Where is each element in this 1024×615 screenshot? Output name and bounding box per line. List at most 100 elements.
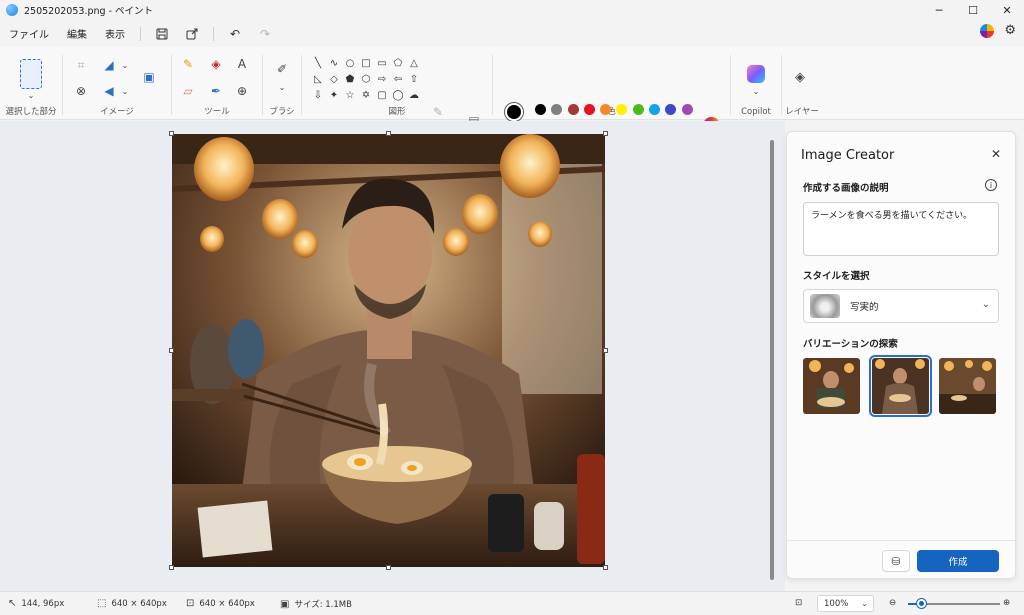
up-arrow-shape-icon[interactable]: ⇧ [406,71,422,87]
zoom-slider-knob[interactable] [917,599,927,608]
cursor-position: ↖ 144, 96px [8,598,64,609]
save-icon[interactable] [151,23,173,45]
resize-handle[interactable] [169,565,174,570]
rectangle-shape-icon[interactable]: □ [358,55,374,71]
palette-color-swatch[interactable] [567,104,579,115]
chevron-down-icon[interactable]: ⌄ [748,83,764,99]
resize-handle[interactable] [169,131,174,136]
selection-group-label: 選択した部分 [5,107,57,117]
menu-edit[interactable]: 編集 [58,26,96,41]
style-dropdown[interactable]: 写実的 ⌄ [803,289,999,323]
menu-view[interactable]: 表示 [96,26,134,41]
four-star-shape-icon[interactable]: ✦ [326,87,342,103]
canvas-size-icon: ⊡ [186,598,195,609]
magnifier-icon[interactable]: ⊕ [234,83,250,99]
palette-color-swatch[interactable] [649,104,661,115]
color-picker-icon[interactable]: ✒ [208,83,224,99]
line-shape-icon[interactable]: ╲ [310,55,326,71]
right-arrow-shape-icon[interactable]: ⇨ [374,71,390,87]
resize-handle[interactable] [603,131,608,136]
chevron-down-icon[interactable]: ⌄ [274,79,290,95]
brush-icon[interactable]: ✐ [274,61,290,77]
image-creator-panel: Image Creator ✕ 作成する画像の説明 i ラーメンを食べる男を描い… [786,131,1016,579]
chevron-down-icon[interactable]: ⌄ [23,87,39,103]
resize-handle[interactable] [603,348,608,353]
image-group-label: イメージ [100,107,134,117]
curve-shape-icon[interactable]: ∿ [326,55,342,71]
image-generate-icon[interactable]: ▣ [141,69,157,85]
zoom-in-icon[interactable]: ⊕ [1003,598,1010,608]
share-icon[interactable] [181,23,203,45]
profile-icon[interactable] [980,23,995,38]
palette-color-swatch[interactable] [535,104,546,115]
zoom-dropdown[interactable]: 100% ⌄ [817,595,874,612]
select-tool-icon[interactable] [20,59,42,89]
fit-to-window-icon[interactable]: ⊡ [795,598,802,608]
cloud-shape-icon[interactable]: ☁ [406,87,422,103]
resize-handle[interactable] [386,131,391,136]
variation-thumbnail[interactable] [939,358,996,414]
copilot-icon[interactable] [747,65,765,83]
palette-color-swatch[interactable] [616,104,628,115]
palette-color-swatch[interactable] [551,104,563,115]
pentagon-shape-icon[interactable]: ⬟ [342,71,358,87]
chevron-down-icon[interactable]: ⌄ [117,83,133,99]
hexagon-shape-icon[interactable]: ⬡ [358,71,374,87]
text-icon[interactable]: A [234,56,250,72]
brushes-group: ✐ ⌄ ブラシ [263,47,301,120]
five-star-shape-icon[interactable]: ☆ [342,87,358,103]
menu-file[interactable]: ファイル [0,26,58,41]
pencil-icon[interactable]: ✎ [180,56,196,72]
menu-bar: ファイル 編集 表示 ↶ ↷ ⚙ [0,20,1024,47]
canvas-size: ⊡ 640 × 640px [186,598,255,609]
down-arrow-shape-icon[interactable]: ⇩ [310,87,326,103]
polygon-shape-icon[interactable]: ⬠ [390,55,406,71]
palette-color-swatch[interactable] [632,104,644,115]
fill-bucket-icon[interactable]: ◈ [208,56,224,72]
callout-oval-shape-icon[interactable]: ◯ [390,87,406,103]
left-arrow-shape-icon[interactable]: ⇦ [390,71,406,87]
right-triangle-shape-icon[interactable]: ◺ [310,71,326,87]
six-star-shape-icon[interactable]: ✡ [358,87,374,103]
close-icon[interactable]: ✕ [991,147,1001,161]
settings-gear-icon[interactable]: ⚙ [1004,23,1016,38]
canvas-image[interactable] [172,134,605,567]
resize-icon[interactable]: ◢ [101,57,117,73]
layers-group-label: レイヤー [785,107,819,117]
resize-handle[interactable] [386,565,391,570]
minimize-icon[interactable]: ─ [922,0,956,20]
maximize-icon[interactable]: ☐ [956,0,990,20]
palette-color-swatch[interactable] [681,104,693,115]
credits-stack-icon[interactable]: ⛁ [882,550,910,572]
cursor-position-value: 144, 96px [21,598,65,609]
triangle-shape-icon[interactable]: △ [406,55,422,71]
layers-icon[interactable]: ◈ [792,69,808,85]
undo-icon[interactable]: ↶ [224,23,246,45]
eraser-icon[interactable]: ▱ [180,83,196,99]
zoom-slider[interactable] [908,599,1000,608]
resize-handle[interactable] [169,348,174,353]
close-window-icon[interactable]: ✕ [990,0,1024,20]
vertical-scrollbar[interactable] [770,140,774,580]
create-button[interactable]: 作成 [917,550,999,572]
palette-color-swatch[interactable] [600,104,612,115]
chevron-down-icon[interactable]: ⌄ [117,57,133,73]
remove-background-icon[interactable]: ⊗ [73,83,89,99]
rotate-icon[interactable]: ◀ [101,83,117,99]
oval-shape-icon[interactable]: ○ [342,55,358,71]
zoom-out-icon[interactable]: ⊖ [889,598,896,608]
callout-rect-shape-icon[interactable]: ▢ [374,87,390,103]
diamond-shape-icon[interactable]: ◇ [326,71,342,87]
outline-icon[interactable]: ✎ [430,104,446,120]
redo-icon[interactable]: ↷ [254,23,276,45]
primary-color-swatch[interactable] [505,103,523,121]
crop-icon[interactable]: ⌗ [73,57,89,73]
palette-color-swatch[interactable] [583,104,595,115]
rounded-rect-shape-icon[interactable]: ▭ [374,55,390,71]
variation-thumbnail-selected[interactable] [869,355,932,417]
palette-color-swatch[interactable] [665,104,677,115]
prompt-input[interactable]: ラーメンを食べる男を描いてください。 [803,202,999,256]
variation-thumbnail[interactable] [803,358,860,414]
resize-handle[interactable] [603,565,608,570]
info-icon[interactable]: i [985,179,997,191]
